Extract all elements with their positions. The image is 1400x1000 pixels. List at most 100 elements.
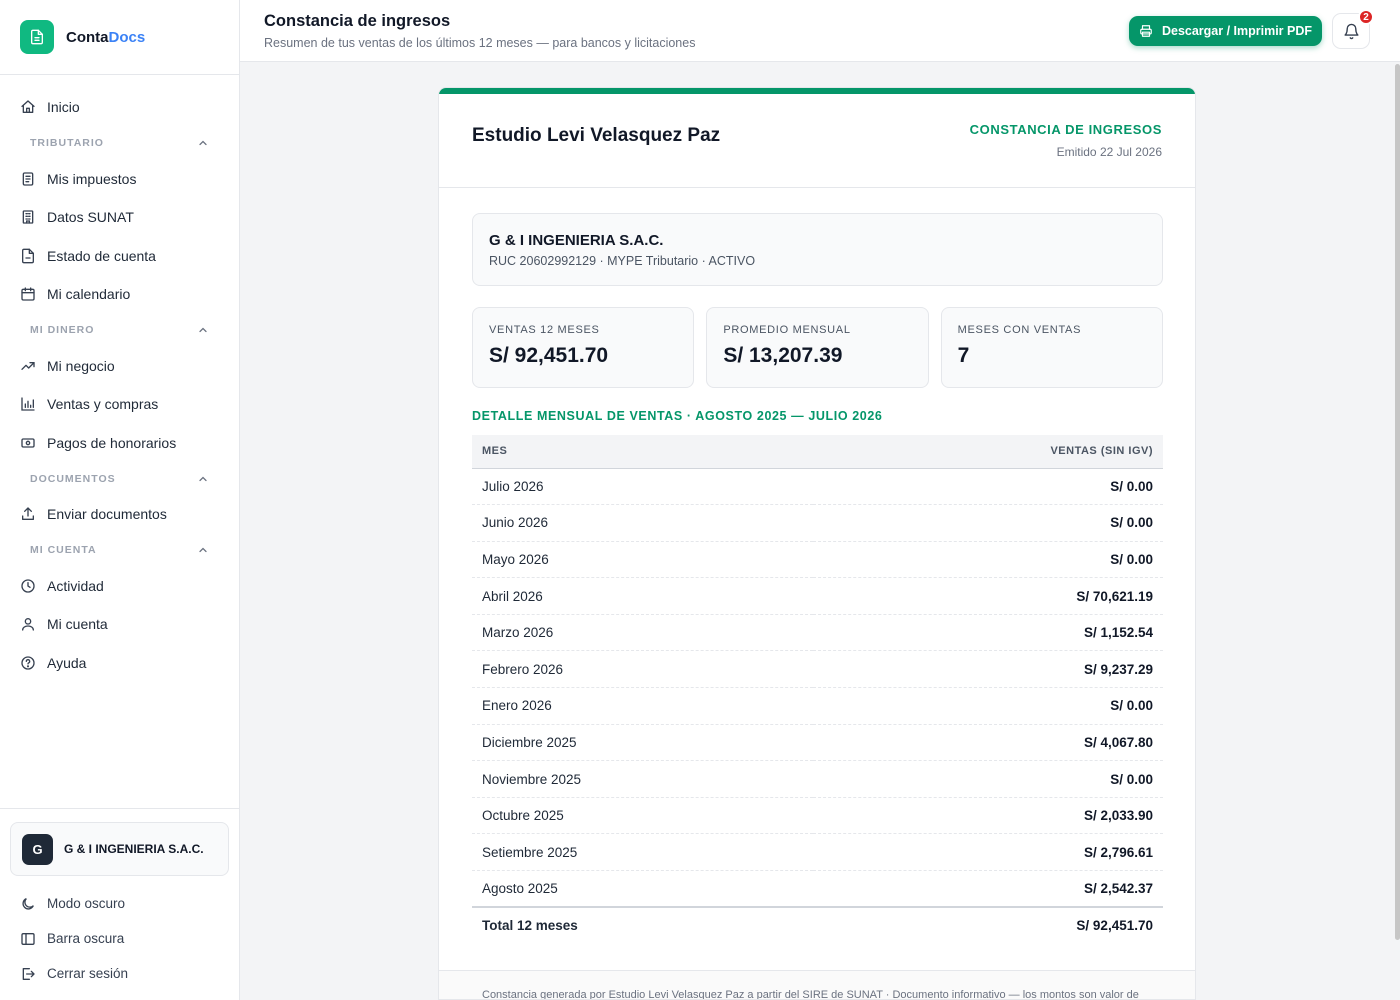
row-month: Julio 2026	[472, 468, 813, 506]
bell-icon	[1343, 23, 1359, 39]
sidebar-item-inicio[interactable]: Inicio	[0, 88, 239, 127]
moon-icon	[22, 897, 34, 910]
table-total-row: Total 12 meses S/ 92,451.70	[472, 906, 1163, 944]
column-header-month: MES	[472, 435, 813, 469]
table-row: Diciembre 2025 S/ 4,067.80	[472, 724, 1163, 762]
chevron-up-icon	[199, 547, 207, 553]
file-icon	[22, 248, 34, 264]
row-amount: S/ 70,621.19	[812, 577, 1163, 615]
sidebar-item-ventas-y-compras[interactable]: Ventas y compras	[0, 385, 239, 424]
row-month: Enero 2026	[472, 687, 813, 725]
total-label: Total 12 meses	[472, 906, 813, 944]
row-amount: S/ 4,067.80	[812, 724, 1163, 762]
sidebar-bottom: G G & I INGENIERIA S.A.C. Modo oscuro Ba…	[0, 808, 239, 991]
row-amount: S/ 2,542.37	[812, 870, 1163, 908]
chevron-up-icon	[199, 476, 207, 481]
sidebar-item-mi-negocio[interactable]: Mi negocio	[0, 347, 239, 386]
kpi-card: VENTAS 12 MESES S/ 92,451.70	[472, 307, 695, 388]
sidebar-item-datos-sunat[interactable]: Datos SUNAT	[0, 198, 239, 237]
row-amount: S/ 0.00	[812, 760, 1163, 798]
row-month: Abril 2026	[472, 577, 813, 615]
section-title: DETALLE MENSUAL DE VENTAS · AGOSTO 2025 …	[472, 409, 883, 423]
table-header-row: MES VENTAS (SIN IGV)	[472, 435, 1163, 469]
sidebar-item-mis-impuestos[interactable]: Mis impuestos	[0, 160, 239, 199]
sidebar-item-pagos-de-honorarios[interactable]: Pagos de honorarios	[0, 424, 239, 463]
logout-button[interactable]: Cerrar sesión	[0, 956, 239, 991]
user-icon	[22, 618, 34, 631]
row-amount: S/ 2,033.90	[812, 797, 1163, 835]
row-amount: S/ 1,152.54	[812, 614, 1163, 652]
page-title: Constancia de ingresos	[264, 12, 451, 30]
calendar-icon	[21, 287, 35, 301]
row-month: Noviembre 2025	[472, 760, 813, 798]
table-row: Enero 2026 S/ 0.00	[472, 687, 1163, 725]
sidebar-item-mi-calendario[interactable]: Mi calendario	[0, 275, 239, 314]
kpi-card: PROMEDIO MENSUAL S/ 13,207.39	[706, 307, 929, 388]
nav-group-documentos[interactable]: DOCUMENTOS	[0, 462, 239, 495]
download-pdf-button[interactable]: Descargar / Imprimir PDF	[1129, 16, 1322, 46]
row-amount: S/ 2,796.61	[812, 833, 1163, 872]
sidebar-item-ayuda[interactable]: Ayuda	[0, 644, 239, 683]
printer-icon	[1140, 25, 1152, 37]
brand-name: ContaDocs	[66, 28, 146, 46]
home-icon	[21, 100, 35, 114]
table-row: Junio 2026 S/ 0.00	[472, 504, 1163, 542]
kpi-row: VENTAS 12 MESES S/ 92,451.70 PROMEDIO ME…	[472, 307, 1163, 388]
page-subtitle: Resumen de tus ventas de los últimos 12 …	[264, 36, 696, 50]
sidebar-item-mi-cuenta[interactable]: Mi cuenta	[0, 605, 239, 644]
row-amount: S/ 9,237.29	[812, 650, 1163, 689]
table-row: Mayo 2026 S/ 0.00	[472, 541, 1163, 579]
trending-up-icon	[21, 361, 35, 370]
account-name: G & I INGENIERIA S.A.C.	[64, 842, 204, 856]
chevron-up-icon	[199, 327, 207, 333]
scrollbar-thumb[interactable]	[1395, 64, 1400, 940]
table-body: Julio 2026 S/ 0.00 Junio 2026 S/ 0.00 Mayo 2…	[472, 468, 1163, 908]
column-header-sales: VENTAS (SIN IGV)	[812, 435, 1163, 469]
sidebar-item-estado-de-cuenta[interactable]: Estado de cuenta	[0, 237, 239, 276]
row-month: Agosto 2025	[472, 870, 813, 908]
footer-note: Constancia generada por Estudio Levi Vel…	[482, 989, 1139, 1000]
notification-badge: 2	[1358, 9, 1374, 25]
building-icon	[22, 210, 34, 224]
row-month: Marzo 2026	[472, 614, 813, 652]
nav-group-mi-cuenta[interactable]: MI CUENTA	[0, 534, 239, 567]
table-row: Marzo 2026 S/ 1,152.54	[472, 614, 1163, 652]
table-row: Abril 2026 S/ 70,621.19	[472, 577, 1163, 615]
brand[interactable]: ContaDocs	[0, 0, 239, 75]
company-info: G & I INGENIERIA S.A.C. RUC 20602992129 …	[472, 213, 1163, 286]
table-row: Julio 2026 S/ 0.00	[472, 468, 1163, 506]
sidebar-item-enviar-documentos[interactable]: Enviar documentos	[0, 495, 239, 534]
account-switcher[interactable]: G G & I INGENIERIA S.A.C.	[10, 822, 229, 876]
row-month: Octubre 2025	[472, 797, 813, 835]
total-value: S/ 92,451.70	[812, 906, 1163, 944]
notifications-button[interactable]: 2	[1332, 9, 1374, 49]
certificate-header: Estudio Levi Velasquez Paz CONSTANCIA DE…	[439, 94, 1195, 188]
help-circle-icon	[21, 656, 35, 670]
sidebar-icon	[21, 932, 35, 945]
row-month: Diciembre 2025	[472, 724, 813, 762]
certificate-type: CONSTANCIA DE INGRESOS	[969, 122, 1162, 137]
table-row: Agosto 2025 S/ 2,542.37	[472, 870, 1163, 908]
logout-icon	[22, 967, 35, 980]
issue-date: Emitido 22 Jul 2026	[1056, 145, 1162, 159]
avatar: G	[22, 833, 53, 865]
dark-sidebar-toggle[interactable]: Barra oscura	[0, 921, 239, 956]
kpi-card: MESES CON VENTAS 7	[940, 307, 1163, 388]
bar-chart-icon	[21, 397, 35, 411]
sidebar-item-actividad[interactable]: Actividad	[0, 567, 239, 606]
clock-icon	[21, 579, 35, 593]
receipt-icon	[22, 172, 34, 186]
studio-name: Estudio Levi Velasquez Paz	[472, 125, 721, 146]
company-meta: RUC 20602992129 · MYPE Tributario · ACTI…	[489, 254, 756, 268]
row-month: Febrero 2026	[472, 650, 813, 689]
document-icon	[20, 20, 54, 54]
row-month: Junio 2026	[472, 504, 813, 542]
nav-group-mi-dinero[interactable]: MI DINERO	[0, 314, 239, 347]
sidebar: ContaDocs Inicio TRIBUTARIO Mis impuesto…	[0, 0, 240, 1000]
dark-mode-toggle[interactable]: Modo oscuro	[0, 886, 239, 921]
nav-group-tributario[interactable]: TRIBUTARIO	[0, 127, 239, 160]
row-month: Setiembre 2025	[472, 833, 813, 872]
chevron-up-icon	[199, 140, 207, 146]
table-row: Octubre 2025 S/ 2,033.90	[472, 797, 1163, 835]
row-amount: S/ 0.00	[812, 504, 1163, 542]
